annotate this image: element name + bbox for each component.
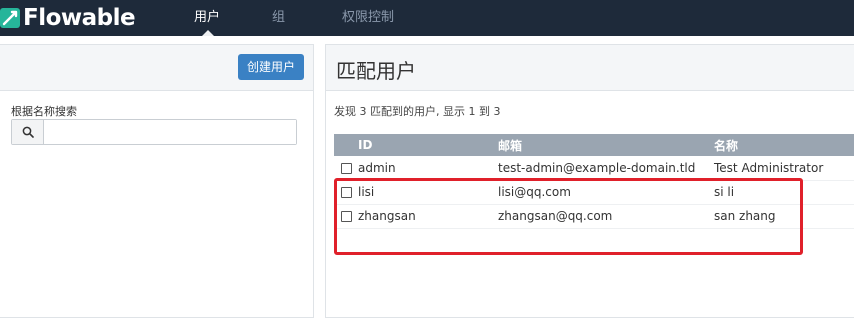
- header-select-column: [334, 134, 358, 156]
- user-email: test-admin@example-domain.tld: [498, 156, 714, 181]
- create-user-button[interactable]: 创建用户: [238, 54, 304, 80]
- search-label: 根据名称搜索: [11, 105, 77, 118]
- search-box: [11, 119, 297, 145]
- user-id: admin: [358, 156, 498, 181]
- user-name: Test Administrator: [714, 156, 854, 181]
- nav-tab-privileges[interactable]: 权限控制: [342, 0, 394, 36]
- flowable-logo-icon: [0, 8, 20, 28]
- row-checkbox[interactable]: [340, 162, 352, 174]
- highlight-annotation: [334, 178, 803, 255]
- table-header-row: ID 邮箱 名称: [334, 134, 854, 156]
- left-panel-header: 创建用户: [0, 45, 313, 91]
- search-icon[interactable]: [12, 120, 44, 144]
- brand-name: Flowable: [23, 5, 136, 31]
- header-id[interactable]: ID: [358, 134, 498, 156]
- top-navbar: Flowable 用户 组 权限控制: [0, 0, 854, 36]
- flowable-logo[interactable]: Flowable: [0, 5, 136, 31]
- table-row[interactable]: admin test-admin@example-domain.tld Test…: [334, 156, 854, 181]
- right-panel-header: 匹配用户: [326, 45, 854, 91]
- header-email[interactable]: 邮箱: [498, 134, 714, 156]
- nav-tab-groups[interactable]: 组: [272, 0, 285, 36]
- search-input[interactable]: [45, 120, 296, 144]
- result-summary: 发现 3 匹配到的用户, 显示 1 到 3: [334, 105, 501, 118]
- active-tab-indicator: [202, 30, 214, 36]
- header-name[interactable]: 名称: [714, 134, 854, 156]
- left-panel: 创建用户 根据名称搜索: [0, 44, 314, 318]
- page-title: 匹配用户: [336, 59, 416, 83]
